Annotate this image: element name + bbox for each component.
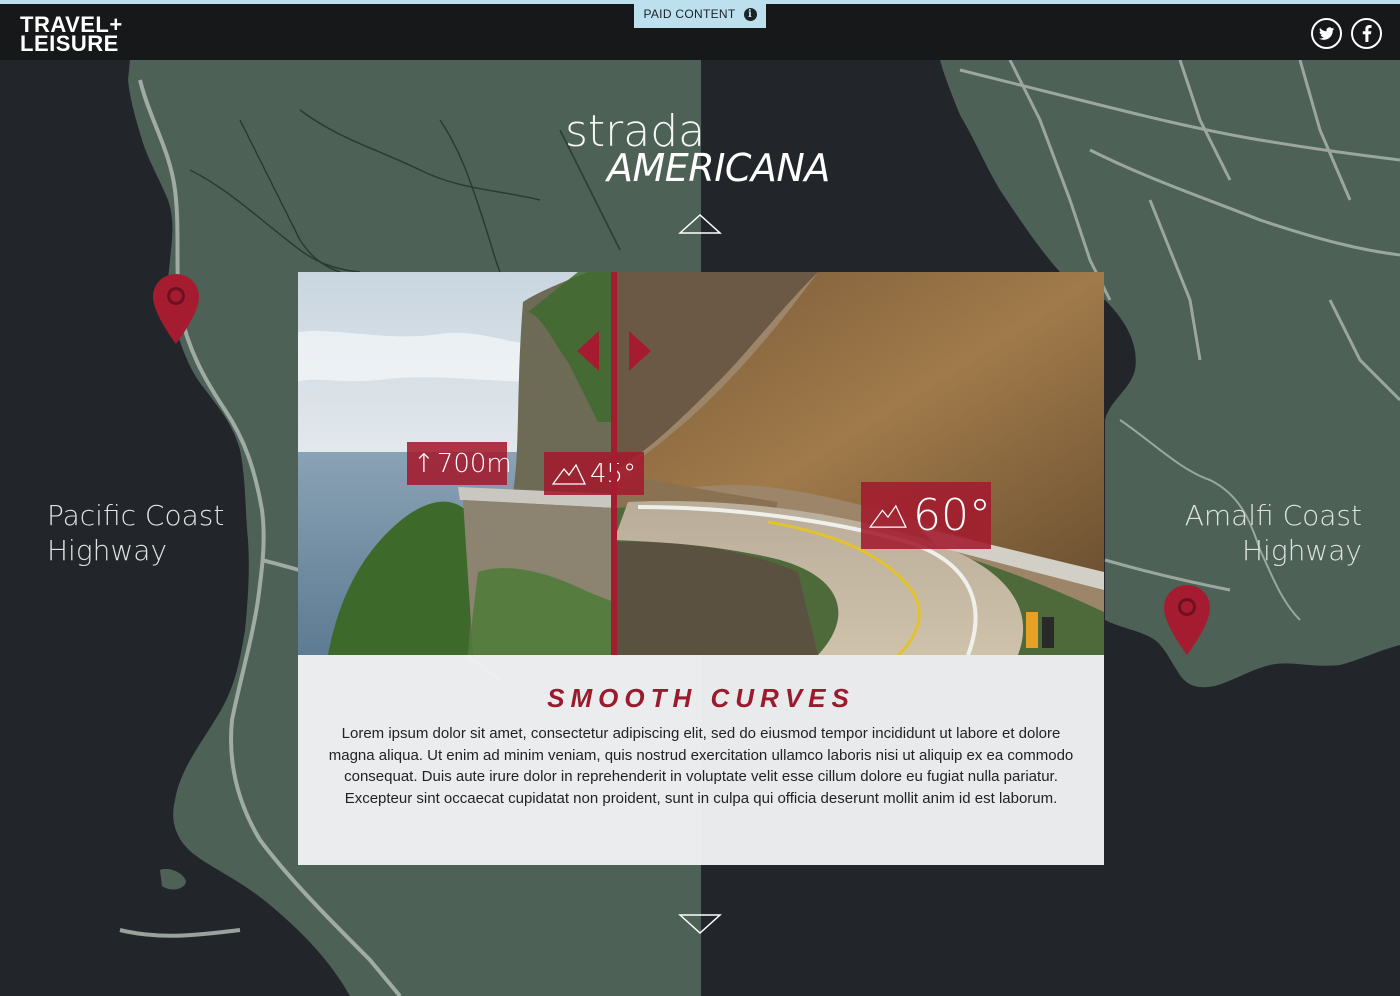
up-arrow-icon: ↑ xyxy=(413,448,435,479)
map-pin-icon[interactable] xyxy=(151,272,201,346)
twitter-icon xyxy=(1318,26,1334,40)
pacific-line-1: Pacific Coast xyxy=(47,499,225,532)
amalfi-coast-label[interactable]: Amalfi Coast Highway xyxy=(1170,498,1362,568)
info-icon[interactable]: i xyxy=(743,7,757,21)
pacific-line-2: Highway xyxy=(47,534,168,567)
paid-content-tab[interactable]: PAID CONTENT i xyxy=(634,0,766,28)
angle-badge-left: 45° xyxy=(544,452,644,495)
amalfi-line-2: Highway xyxy=(1241,534,1362,567)
comparison-image[interactable]: ↑ 700m 45° 60° xyxy=(298,272,1104,655)
feature-card: SMOOTH CURVES Lorem ipsum dolor sit amet… xyxy=(298,655,1104,865)
logo-line-2: LEISURE xyxy=(20,31,119,56)
angle-badge-right: 60° xyxy=(861,482,991,549)
elevation-badge: ↑ 700m xyxy=(407,442,512,485)
map-pin-icon[interactable] xyxy=(1162,583,1212,657)
card-body: Lorem ipsum dolor sit amet, consectetur … xyxy=(328,725,1074,807)
card-title: SMOOTH CURVES xyxy=(547,683,855,713)
travel-leisure-logo[interactable]: TRAVEL+ LEISURE xyxy=(20,14,123,56)
down-arrow-icon[interactable] xyxy=(678,913,722,935)
up-arrow-icon[interactable] xyxy=(678,213,722,235)
title-americana: AMERICANA xyxy=(607,146,830,190)
facebook-icon xyxy=(1362,25,1372,42)
slope-icon xyxy=(869,504,907,528)
elevation-value: 700m xyxy=(436,448,512,479)
twitter-button[interactable] xyxy=(1311,18,1342,49)
amalfi-line-1: Amalfi Coast xyxy=(1184,499,1362,532)
slope-icon xyxy=(552,463,586,485)
angle-right-value: 60° xyxy=(913,490,991,541)
pacific-coast-label[interactable]: Pacific Coast Highway xyxy=(47,498,224,568)
facebook-button[interactable] xyxy=(1351,18,1382,49)
paid-content-label: PAID CONTENT xyxy=(643,7,736,21)
slider-arrows-icon[interactable] xyxy=(573,330,655,372)
